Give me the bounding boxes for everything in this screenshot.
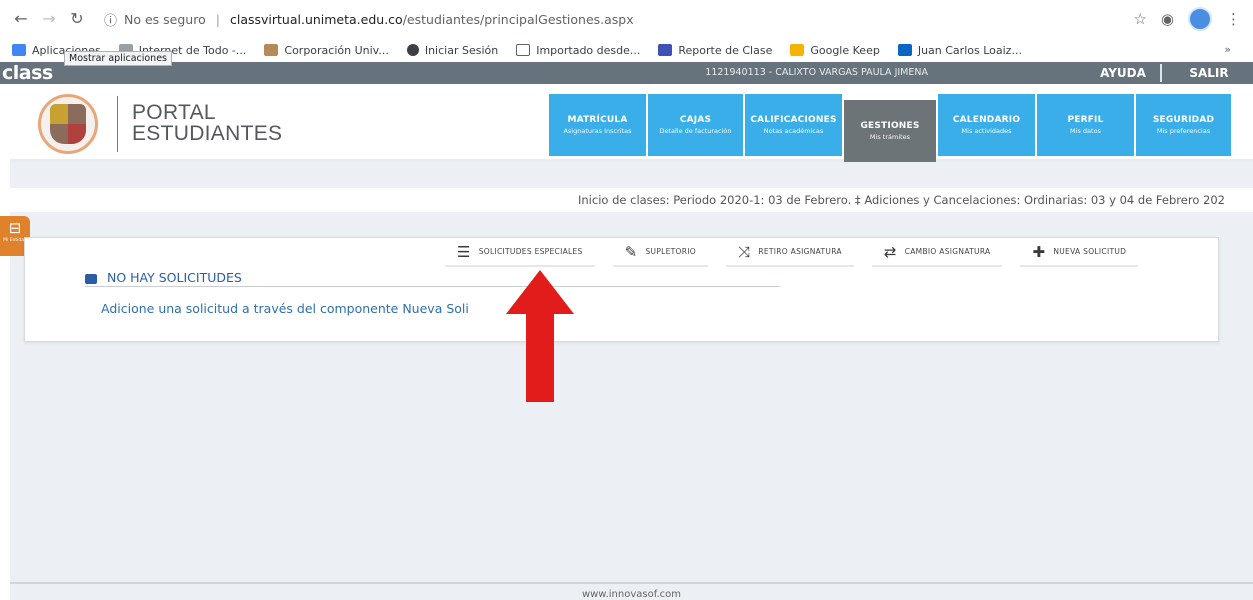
tab-label: RETIRO ASIGNATURA (758, 247, 842, 256)
url-domain: classvirtual.unimeta.edu.co (229, 11, 403, 27)
tab-cambio-asignatura[interactable]: ⇄ CAMBIO ASIGNATURA (871, 238, 1003, 267)
portal-title-line2: ESTUDIANTES (132, 122, 283, 145)
menu-subtitle: Asignaturas Inscritas (563, 127, 632, 135)
apps-grid-icon (12, 44, 26, 56)
bookmark-iniciar-sesion[interactable]: Iniciar Sesión (406, 43, 499, 57)
menu-title: CALIFICACIONES (750, 115, 837, 125)
bookmark-reporte-de-clase[interactable]: Reporte de Clase (658, 44, 772, 57)
browser-address-bar: ← → ↻ ⓘ No es seguro | classvirtual.unim… (0, 0, 1253, 38)
bookmark-label: Corporación Univ... (284, 43, 389, 57)
site-topbar: class 1121940113 - CALIXTO VARGAS PAULA … (0, 62, 1253, 84)
list-icon: ☰ (457, 242, 471, 261)
bookmark-importado[interactable]: Importado desde... (516, 44, 640, 57)
tab-label: SOLICITUDES ESPECIALES (478, 247, 583, 256)
header-divider (117, 96, 118, 152)
menu-title: MATRÍCULA (567, 115, 628, 125)
briefcase-icon: ⊟ (8, 219, 22, 237)
menu-gestiones[interactable]: GESTIONES Mis trámites (844, 100, 936, 162)
empty-state-title: NO HAY SOLICITUDES (85, 269, 780, 287)
bookmarks-bar: Aplicaciones Internet de Todo -... Corpo… (0, 38, 1253, 62)
menu-subtitle: Notas académicas (763, 127, 824, 135)
menu-subtitle: Mis actividades (961, 127, 1012, 135)
browser-actions: ☆ ◉ ⋮ (1133, 7, 1241, 31)
menu-perfil[interactable]: PERFIL Mis datos (1037, 94, 1134, 156)
menu-title: SEGURIDAD (1152, 115, 1215, 125)
content-background (10, 162, 1253, 582)
notice-text: Inicio de clases: Periodo 2020-1: 03 de … (578, 193, 1225, 207)
tab-retiro-asignatura[interactable]: ⤨ RETIRO ASIGNATURA (726, 238, 854, 267)
more-bookmarks-icon[interactable]: » (1224, 43, 1231, 56)
bookmark-corporacion[interactable]: Corporación Univ... (264, 43, 389, 57)
university-emblem (38, 94, 98, 154)
edit-icon: ✎ (624, 242, 638, 261)
menu-subtitle: Mis trámites (869, 133, 911, 141)
tab-label: CAMBIO ASIGNATURA (904, 247, 991, 256)
folder-icon (516, 44, 531, 56)
class-logo[interactable]: class (2, 62, 53, 84)
swap-icon: ⇄ (883, 242, 897, 261)
tab-supletorio[interactable]: ✎ SUPLETORIO (612, 238, 708, 267)
menu-title: CAJAS (679, 115, 712, 125)
portal-header: PORTAL ESTUDIANTES MATRÍCULA Asignaturas… (10, 84, 1253, 162)
globe-icon (406, 44, 419, 56)
security-label: No es seguro (124, 11, 206, 27)
bookmark-label: Google Keep (810, 43, 880, 57)
menu-matricula[interactable]: MATRÍCULA Asignaturas Inscritas (549, 94, 646, 156)
plus-icon: ✚ (1032, 242, 1046, 261)
bookmark-google-keep[interactable]: Google Keep (790, 43, 880, 57)
footer: www.innovasof.com (10, 582, 1253, 600)
requests-tabs: ☰ SOLICITUDES ESPECIALES ✎ SUPLETORIO ⤨ … (445, 238, 1156, 268)
keep-icon (790, 44, 805, 56)
back-arrow-icon[interactable]: ← (10, 8, 32, 30)
info-icon[interactable]: ⓘ (104, 10, 117, 29)
notice-bar: Inicio de clases: Periodo 2020-1: 03 de … (10, 188, 1253, 212)
shuffle-icon: ⤨ (738, 242, 751, 261)
empty-state-label: NO HAY SOLICITUDES (106, 270, 242, 285)
emblem-shield (50, 104, 86, 144)
salir-link[interactable]: SALIR (1165, 62, 1253, 84)
menu-subtitle: Mis preferencias (1156, 127, 1211, 135)
bookmark-label: Importado desde... (536, 43, 641, 57)
main-menu: MATRÍCULA Asignaturas Inscritas CAJAS De… (549, 94, 1231, 162)
menu-seguridad[interactable]: SEGURIDAD Mis preferencias (1136, 94, 1231, 156)
url-separator: | (215, 11, 220, 27)
menu-subtitle: Mis datos (1070, 127, 1101, 135)
menu-title: PERFIL (1067, 115, 1104, 125)
portal-title-line1: PORTAL (132, 101, 216, 124)
reload-icon[interactable]: ↻ (66, 8, 88, 30)
briefcase-icon (85, 273, 97, 284)
menu-title: GESTIONES (860, 121, 920, 131)
tab-solicitudes-especiales[interactable]: ☰ SOLICITUDES ESPECIALES (445, 238, 595, 267)
star-icon[interactable]: ☆ (1133, 10, 1146, 28)
tab-label: SUPLETORIO (645, 247, 696, 256)
empty-state-hint: Adicione una solicitud a través del comp… (101, 301, 469, 316)
portal-title: PORTAL ESTUDIANTES (132, 102, 282, 144)
profile-avatar[interactable] (1188, 7, 1212, 31)
menu-dots-icon[interactable]: ⋮ (1226, 10, 1241, 28)
url-path: /estudiantes/principalGestiones.aspx (402, 11, 634, 27)
requests-panel: ☰ SOLICITUDES ESPECIALES ✎ SUPLETORIO ⤨ … (24, 237, 1219, 342)
ayuda-link[interactable]: AYUDA (1087, 62, 1159, 84)
menu-cajas[interactable]: CAJAS Detalle de facturación (648, 94, 743, 156)
bookmark-label: Juan Carlos Loaiz... (917, 43, 1022, 57)
tooltip: Mostrar aplicaciones (64, 51, 173, 66)
extension-icon[interactable]: ◉ (1161, 10, 1174, 28)
user-info: 1121940113 - CALIXTO VARGAS PAULA JIMENA (705, 67, 928, 78)
report-icon (658, 44, 673, 56)
tab-nueva-solicitud[interactable]: ✚ NUEVA SOLICITUD (1020, 238, 1139, 267)
bookmark-label: Reporte de Clase (678, 43, 773, 57)
tab-label: NUEVA SOLICITUD (1053, 247, 1127, 256)
menu-calificaciones[interactable]: CALIFICACIONES Notas académicas (745, 94, 842, 156)
linkedin-icon (897, 44, 912, 56)
topbar-divider (1160, 64, 1162, 82)
forward-arrow-icon[interactable]: → (38, 8, 60, 30)
red-arrow-icon (506, 270, 574, 402)
menu-subtitle: Detalle de facturación (659, 127, 732, 135)
bookmark-label: Iniciar Sesión (424, 43, 499, 57)
url-field[interactable]: ⓘ No es seguro | classvirtual.unimeta.ed… (104, 6, 634, 32)
menu-title: CALENDARIO (952, 115, 1021, 125)
bookmark-juan-carlos[interactable]: Juan Carlos Loaiz... (897, 43, 1022, 57)
building-icon (264, 44, 279, 56)
menu-calendario[interactable]: CALENDARIO Mis actividades (938, 94, 1035, 156)
